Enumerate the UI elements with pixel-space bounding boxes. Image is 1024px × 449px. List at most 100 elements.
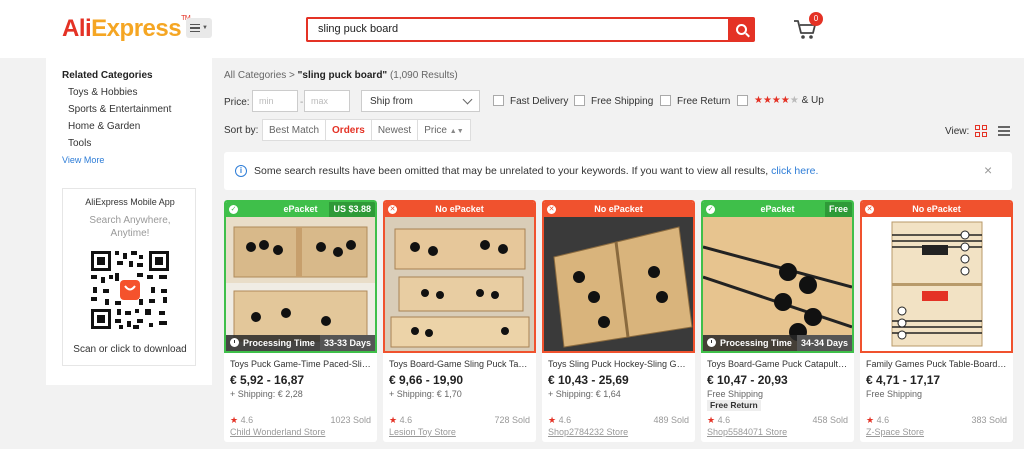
product-image-frame[interactable]: ✕ No ePacket	[542, 200, 695, 353]
product-title[interactable]: Toys Puck Game-Time Paced-Sling Puck Win…	[230, 359, 372, 369]
close-icon[interactable]: ×	[984, 162, 992, 178]
category-item[interactable]: Tools	[68, 138, 171, 155]
product-card[interactable]: ✕ No ePacket Family Games Puck Table-Boa…	[860, 200, 1013, 442]
view-more-link[interactable]: View More	[62, 155, 104, 165]
rating-value: 4.6	[399, 415, 413, 425]
store-link[interactable]: Shop5584071 Store	[707, 427, 787, 437]
product-price: € 10,47 - 20,93	[707, 373, 788, 387]
product-image-frame[interactable]: ✓ ePacket US $3.88 Processing Time 33-33…	[224, 200, 377, 353]
clock-icon	[707, 338, 716, 347]
hamburger-icon	[190, 24, 201, 32]
rating-value: 4.6	[558, 415, 572, 425]
four-star-checkbox[interactable]	[737, 95, 748, 106]
breadcrumb-all-categories[interactable]: All Categories	[224, 70, 286, 81]
aliexpress-logo[interactable]: AliExpressTM	[62, 15, 191, 43]
product-shipping: Free Shipping	[707, 389, 764, 399]
product-shipping: + Shipping: € 1,64	[548, 389, 621, 399]
product-image-frame[interactable]: ✕ No ePacket	[383, 200, 536, 353]
click-here-link[interactable]: click here.	[771, 165, 818, 177]
logo-ali: Ali	[62, 15, 92, 42]
qr-code-image[interactable]	[89, 249, 171, 331]
price-min-input[interactable]: min	[252, 90, 298, 112]
mobile-app-box[interactable]: AliExpress Mobile App Search Anywhere, A…	[62, 188, 196, 366]
list-view-icon[interactable]	[998, 125, 1010, 137]
epacket-tag: ✓ ePacket US $3.88	[226, 202, 375, 217]
star-icon: ★	[230, 415, 239, 425]
star-icons-filled: ★★★★	[754, 95, 790, 106]
packet-label: ePacket	[760, 204, 795, 214]
product-title[interactable]: Toys Board-Game Puck Catapult-Chess Game	[707, 359, 849, 369]
product-price: € 5,92 - 16,87	[230, 373, 305, 387]
app-title: AliExpress Mobile App	[85, 197, 175, 207]
category-item[interactable]: Toys & Hobbies	[68, 87, 171, 104]
ship-from-select[interactable]: Ship from	[361, 90, 480, 112]
product-photo	[226, 217, 375, 351]
fast-delivery-label[interactable]: Fast Delivery	[510, 96, 568, 107]
caret-down-icon: ▼	[202, 25, 208, 31]
price-max-input[interactable]: max	[304, 90, 350, 112]
x-circle-icon: ✕	[388, 205, 397, 214]
sort-newest[interactable]: Newest	[372, 120, 419, 140]
result-count: (1,090 Results)	[389, 70, 458, 81]
product-card[interactable]: ✕ No ePacket Toys Sling Puck Hockey-Slin…	[542, 200, 695, 442]
product-shipping: Free Shipping	[866, 389, 923, 399]
category-item[interactable]: Sports & Entertainment	[68, 104, 171, 121]
check-icon: ✓	[706, 205, 715, 214]
product-image-frame[interactable]: ✓ ePacket Free Processing Time 34-34 Day…	[701, 200, 854, 353]
star-icon-empty: ★	[789, 95, 799, 106]
product-sold: 383 Sold	[971, 415, 1007, 425]
clock-icon	[230, 338, 239, 347]
price-dash: -	[300, 97, 304, 108]
free-return-label[interactable]: Free Return	[677, 96, 730, 107]
rating-value: 4.6	[717, 415, 731, 425]
x-circle-icon: ✕	[547, 205, 556, 214]
processing-label: Processing Time	[243, 338, 315, 348]
category-item[interactable]: Home & Garden	[68, 121, 171, 138]
main-content: All Categories > "sling puck board" (1,0…	[224, 58, 1024, 449]
star-rating-filter[interactable]: ★★★★★ & Up	[754, 95, 824, 106]
processing-days: 34-34 Days	[796, 335, 852, 351]
grid-view-icon[interactable]	[975, 125, 987, 137]
processing-time-bar: Processing Time 33-33 Days	[226, 335, 375, 351]
and-up-label: & Up	[801, 95, 824, 106]
product-card[interactable]: ✕ No ePacket Toys Board-Game Sling Puck …	[383, 200, 536, 442]
product-title[interactable]: Family Games Puck Table-Board Hockey Gam…	[866, 359, 1008, 369]
star-icon: ★	[866, 415, 875, 425]
free-shipping-checkbox[interactable]	[574, 95, 585, 106]
category-menu-button[interactable]: ▼	[186, 18, 212, 38]
sort-orders[interactable]: Orders	[326, 120, 372, 140]
product-rating: ★ 4.6	[230, 415, 253, 426]
fast-delivery-checkbox[interactable]	[493, 95, 504, 106]
search-input[interactable]: sling puck board	[306, 17, 728, 42]
product-grid: ✓ ePacket US $3.88 Processing Time 33-33…	[224, 200, 1024, 449]
product-shipping: + Shipping: € 2,28	[230, 389, 303, 399]
product-shipping: + Shipping: € 1,70	[389, 389, 462, 399]
search-button[interactable]	[728, 17, 755, 42]
free-return-badge: Free Return	[707, 400, 761, 411]
store-link[interactable]: Lesion Toy Store	[389, 427, 456, 437]
product-card[interactable]: ✓ ePacket Free Processing Time 34-34 Day…	[701, 200, 854, 442]
star-icon: ★	[548, 415, 557, 425]
free-shipping-label[interactable]: Free Shipping	[591, 96, 653, 107]
product-sold: 458 Sold	[812, 415, 848, 425]
scan-download-text[interactable]: Scan or click to download	[63, 344, 197, 355]
price-label: Price:	[224, 97, 250, 108]
sort-best-match[interactable]: Best Match	[263, 120, 327, 140]
product-title[interactable]: Toys Sling Puck Hockey-Sling Game Board	[548, 359, 690, 369]
store-link[interactable]: Shop2784232 Store	[548, 427, 628, 437]
product-image-frame[interactable]: ✕ No ePacket	[860, 200, 1013, 353]
product-price: € 4,71 - 17,17	[866, 373, 941, 387]
epacket-tag: ✓ ePacket Free	[703, 202, 852, 217]
logo-express: Express	[91, 15, 182, 42]
sort-bar: Best Match Orders Newest Price ▲▼	[262, 119, 471, 141]
rating-value: 4.6	[240, 415, 254, 425]
sort-price[interactable]: Price ▲▼	[418, 120, 469, 140]
free-return-checkbox[interactable]	[660, 95, 671, 106]
product-title[interactable]: Toys Board-Game Sling Puck Table Game	[389, 359, 531, 369]
processing-time-bar: Processing Time 34-34 Days	[703, 335, 852, 351]
product-card[interactable]: ✓ ePacket US $3.88 Processing Time 33-33…	[224, 200, 377, 442]
store-link[interactable]: Child Wonderland Store	[230, 427, 325, 437]
breadcrumb-separator: >	[289, 70, 295, 81]
store-link[interactable]: Z-Space Store	[866, 427, 924, 437]
chevron-down-icon	[462, 94, 473, 105]
